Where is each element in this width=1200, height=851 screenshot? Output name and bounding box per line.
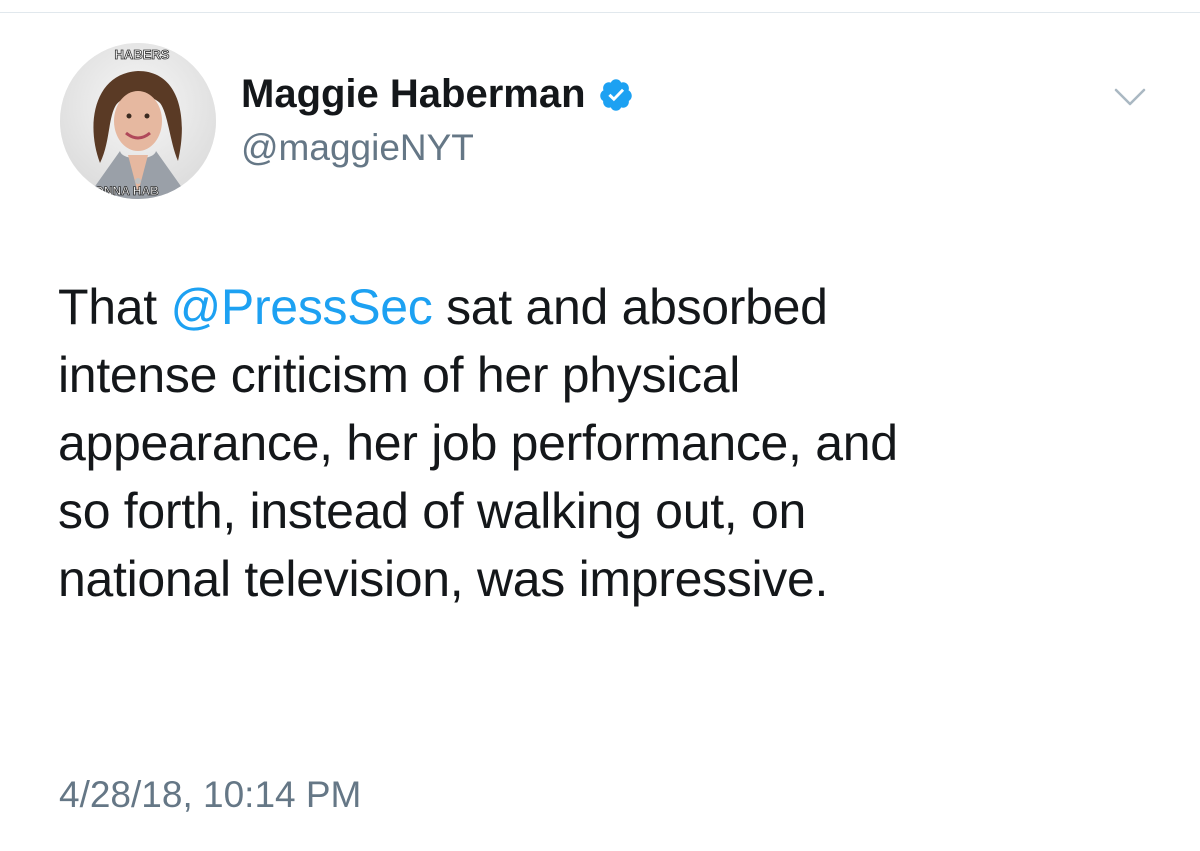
avatar-image: HABERS GONNA HAB [60,43,216,199]
tweet-timestamp[interactable]: 4/28/18, 10:14 PM [59,774,361,816]
top-divider [0,0,1200,13]
avatar[interactable]: HABERS GONNA HAB [60,43,216,199]
chevron-down-icon[interactable] [1112,84,1148,110]
tweet-line-4: so forth, instead of walking out, on [58,483,806,539]
tweet-line-5: national television, was impressive. [58,551,829,607]
mention-link[interactable]: @PressSec [170,279,432,335]
tweet-text: That @PressSec sat and absorbed intense … [58,273,1148,613]
tweet-line-2: intense criticism of her physical [58,347,741,403]
avatar-caption-bottom: GONNA HAB [85,184,159,198]
author-handle[interactable]: @maggieNYT [241,127,474,169]
tweet-line-3: appearance, her job performance, and [58,415,898,471]
verified-badge-icon [599,78,632,111]
author-display-name[interactable]: Maggie Haberman [241,72,634,117]
author-name-text[interactable]: Maggie Haberman [241,72,586,117]
tweet-text-fragment: sat and absorbed [432,279,828,335]
avatar-caption-top: HABERS [115,47,170,62]
tweet-line-1: That @PressSec sat and absorbed [58,273,1148,341]
tweet-text-fragment: That [58,279,171,335]
